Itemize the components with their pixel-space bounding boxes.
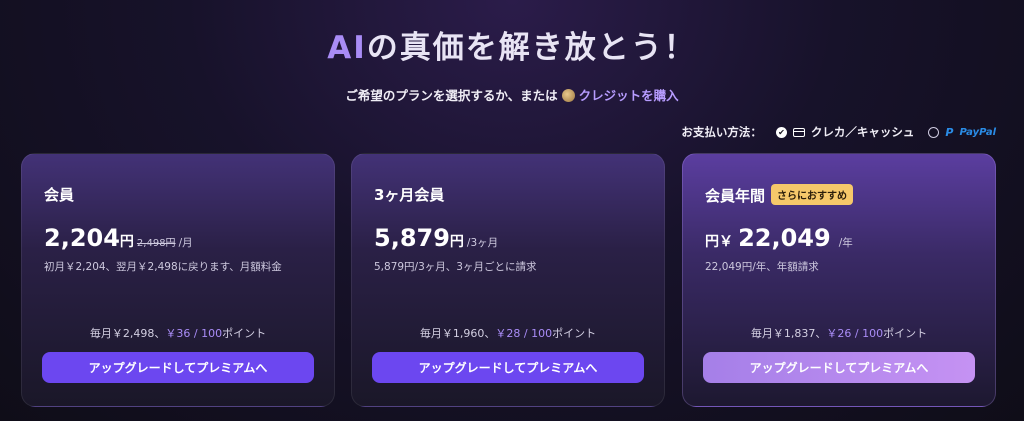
- points-highlight: ￥28 / 100: [495, 327, 553, 340]
- price-unit: 円: [449, 234, 464, 250]
- plan-points: 毎月￥1,837、￥26 / 100ポイント: [683, 325, 995, 341]
- buy-credit-link[interactable]: クレジットを購入: [579, 88, 679, 103]
- plan-card-annual: 会員年間 さらにおすすめ 円￥ 22,049/年 22,049円/年、年額請求 毎…: [682, 153, 996, 407]
- points-suffix: ポイント: [222, 327, 267, 340]
- payment-label: お支払い方法：: [681, 125, 762, 139]
- page-title: AIの真価を解き放とう！: [0, 22, 1024, 67]
- upgrade-button[interactable]: アップグレードしてプレミアムへ: [372, 352, 644, 383]
- upgrade-button[interactable]: アップグレードしてプレミアムへ: [42, 352, 314, 383]
- plan-name: 会員: [44, 186, 75, 204]
- plan-points: 毎月￥2,498、￥36 / 100ポイント: [22, 325, 334, 341]
- title-rest: の真価を解き放とう！: [366, 30, 697, 66]
- title-prefix: AI: [327, 30, 367, 66]
- points-highlight: ￥36 / 100: [165, 327, 223, 340]
- plan-price: 22,049: [738, 224, 831, 252]
- points-prefix: 毎月￥1,837、: [750, 327, 827, 340]
- radio-card-selected[interactable]: ✔: [775, 126, 787, 138]
- upgrade-button[interactable]: アップグレードしてプレミアムへ: [703, 352, 975, 383]
- plan-card-monthly: 会員 2,204円 2,498円/月 初月￥2,204、翌月￥2,498に戻ります…: [21, 153, 335, 407]
- price-period: /3ヶ月: [466, 237, 499, 249]
- points-suffix: ポイント: [883, 327, 928, 340]
- plan-price: 5,879: [374, 224, 450, 252]
- recommended-badge: さらにおすすめ: [771, 184, 854, 205]
- price-row: 2,204円 2,498円/月: [44, 224, 193, 252]
- plan-description: 22,049円/年、年額請求: [705, 261, 819, 273]
- price-unit: 円: [119, 234, 134, 250]
- points-suffix: ポイント: [552, 327, 597, 340]
- paypal-icon: P: [945, 125, 954, 139]
- payment-option-card[interactable]: クレカ／キャッシュ: [811, 124, 915, 140]
- price-currency: 円￥: [705, 234, 733, 250]
- subtitle: ご希望のプランを選択するか、または クレジットを購入: [0, 85, 1024, 104]
- plan-description: 5,879円/3ヶ月、3ヶ月ごとに請求: [374, 261, 537, 273]
- points-prefix: 毎月￥2,498、: [89, 327, 166, 340]
- plan-description: 初月￥2,204、翌月￥2,498に戻ります、月額料金: [44, 261, 282, 273]
- plan-points: 毎月￥1,960、￥28 / 100ポイント: [352, 325, 664, 341]
- price-row: 5,879円/3ヶ月: [374, 224, 498, 252]
- radio-paypal[interactable]: [928, 126, 940, 138]
- credit-card-icon: [792, 127, 805, 137]
- old-price: 2,498円: [136, 238, 176, 249]
- price-period: /年: [838, 237, 853, 249]
- coin-icon: [561, 89, 575, 102]
- price-period: /月: [178, 237, 193, 249]
- plan-name: 会員年間 さらにおすすめ: [705, 184, 854, 206]
- plan-price: 2,204: [44, 224, 120, 252]
- price-row: 円￥ 22,049/年: [705, 224, 853, 252]
- plan-name-text: 会員年間: [705, 187, 766, 205]
- subtitle-text: ご希望のプランを選択するか、または: [345, 88, 558, 103]
- payment-option-paypal[interactable]: PayPal: [959, 127, 996, 138]
- points-prefix: 毎月￥1,960、: [419, 327, 496, 340]
- points-highlight: ￥26 / 100: [826, 327, 884, 340]
- plan-name: 3ヶ月会員: [374, 186, 445, 204]
- payment-method: お支払い方法： ✔ クレカ／キャッシュ P PayPal: [681, 124, 996, 140]
- plan-card-3month: 3ヶ月会員 5,879円/3ヶ月 5,879円/3ヶ月、3ヶ月ごとに請求 毎月￥…: [351, 153, 665, 407]
